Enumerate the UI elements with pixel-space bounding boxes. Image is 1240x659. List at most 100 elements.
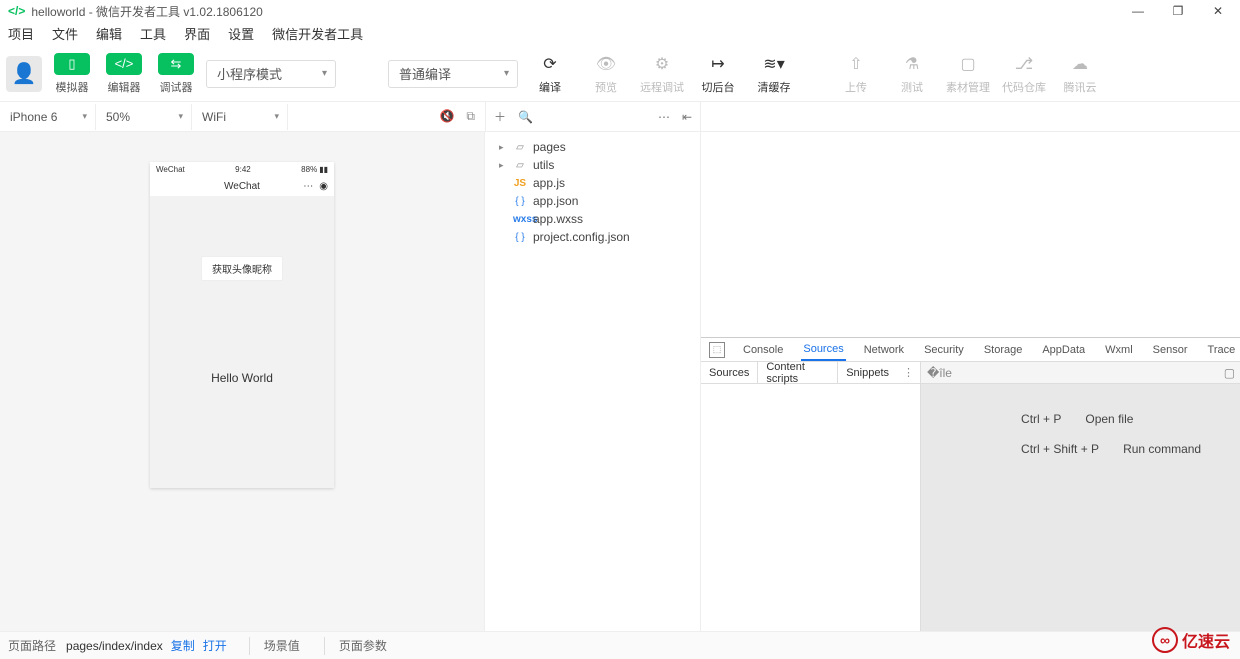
upload-icon: ⇧ (849, 53, 862, 75)
compile-mode-select[interactable]: 普通编译 (388, 60, 518, 88)
menu-file[interactable]: 文件 (52, 24, 78, 43)
folder-pages[interactable]: ▸▱pages (485, 138, 700, 156)
code-warehouse-button[interactable]: ⎇ 代码仓库 (1000, 53, 1048, 95)
popout-icon[interactable]: ⧉ (466, 109, 475, 124)
capsule-close-icon[interactable]: ◉ (319, 181, 328, 192)
test-button[interactable]: ⚗ 测试 (888, 53, 936, 95)
window-controls: — ❐ ✕ (1130, 4, 1226, 18)
get-profile-button[interactable]: 获取头像昵称 (201, 256, 283, 281)
toggle-sidebar-icon[interactable]: ▢ (1224, 366, 1235, 380)
add-file-icon[interactable]: ＋ (494, 108, 506, 125)
subtab-more-icon[interactable]: ⋮ (897, 362, 920, 383)
subtab-content-scripts[interactable]: Content scripts (757, 362, 838, 383)
run-command-shortcut: Ctrl + Shift + P (1021, 442, 1099, 456)
app-logo-icon: </> (8, 4, 25, 18)
window-title: helloworld - 微信开发者工具 v1.02.1806120 (31, 3, 1130, 20)
battery-label: 88% (301, 165, 317, 174)
tab-storage[interactable]: Storage (982, 338, 1025, 361)
phone-body: 获取头像昵称 Hello World (150, 196, 334, 488)
file-app-json[interactable]: { }app.json (485, 192, 700, 210)
tab-network[interactable]: Network (862, 338, 906, 361)
tab-sources[interactable]: Sources (801, 338, 845, 361)
menubar: 项目 文件 编辑 工具 界面 设置 微信开发者工具 (0, 22, 1240, 46)
close-button[interactable]: ✕ (1210, 4, 1226, 18)
secondary-bar: iPhone 6 50% WiFi 🔇 ⧉ ＋ 🔍 ⋯ ⇤ (0, 102, 1240, 132)
capsule-more-icon[interactable]: ⋯ (303, 181, 313, 192)
copy-link[interactable]: 复制 (171, 637, 195, 654)
cloud-button[interactable]: ☁ 腾讯云 (1056, 53, 1104, 95)
menu-tools[interactable]: 工具 (140, 24, 166, 43)
menu-project[interactable]: 项目 (8, 24, 34, 43)
file-app-js[interactable]: JSapp.js (485, 174, 700, 192)
compile-button[interactable]: ⟳ 编译 (526, 53, 574, 95)
tab-trace[interactable]: Trace (1206, 338, 1238, 361)
background-button[interactable]: ↦ 切后台 (694, 53, 742, 95)
more-icon[interactable]: ⋯ (658, 110, 670, 124)
page-title: WeChat (224, 181, 260, 192)
time-label: 9:42 (185, 165, 301, 174)
debugger-toggle[interactable]: ⇆ 调试器 (154, 53, 198, 95)
swap-icon: ↦ (711, 53, 724, 75)
file-project-config[interactable]: { }project.config.json (485, 228, 700, 246)
file-tree: ▸▱pages ▸▱utils JSapp.js { }app.json wxs… (485, 132, 701, 631)
editor-toggle[interactable]: </> 编辑器 (102, 53, 146, 95)
menu-edit[interactable]: 编辑 (96, 24, 122, 43)
code-icon: </> (106, 53, 142, 75)
subtab-sources[interactable]: Sources (701, 362, 757, 383)
phone-icon: ▯ (54, 53, 90, 75)
menu-settings[interactable]: 设置 (228, 24, 254, 43)
assets-button[interactable]: ▢ 素材管理 (944, 53, 992, 95)
watermark-icon: ∞ (1152, 627, 1178, 653)
bug-icon: ⇆ (158, 53, 194, 75)
device-select[interactable]: iPhone 6 (0, 104, 96, 130)
element-picker-icon[interactable]: ⬚ (709, 342, 725, 358)
watermark-text: 亿速云 (1182, 628, 1230, 652)
path-label: 页面路径 (8, 637, 56, 654)
hello-text: Hello World (211, 371, 273, 385)
open-link[interactable]: 打开 (203, 637, 227, 654)
tab-appdata[interactable]: AppData (1040, 338, 1087, 361)
cloud-icon: ☁ (1072, 53, 1088, 75)
tab-sensor[interactable]: Sensor (1151, 338, 1190, 361)
tab-security[interactable]: Security (922, 338, 966, 361)
flask-icon: ⚗ (905, 53, 919, 75)
search-icon[interactable]: 🔍 (518, 110, 533, 124)
mode-select[interactable]: 小程序模式 (206, 60, 336, 88)
main-area: WeChat 9:42 88% ▮▮ WeChat ⋯ ◉ 获取头像昵称 Hel… (0, 132, 1240, 631)
editor-area[interactable] (701, 132, 1240, 338)
remote-debug-button[interactable]: ⚙ 远程调试 (638, 53, 686, 95)
preview-button[interactable]: 👁 预览 (582, 53, 630, 95)
file-toolbar: ＋ 🔍 ⋯ ⇤ (485, 102, 701, 131)
branch-icon: ⎇ (1015, 53, 1033, 75)
maximize-button[interactable]: ❐ (1170, 4, 1186, 18)
carrier-label: WeChat (156, 165, 185, 174)
menu-ui[interactable]: 界面 (184, 24, 210, 43)
subtab-snippets[interactable]: Snippets (838, 362, 897, 383)
tab-wxml[interactable]: Wxml (1103, 338, 1135, 361)
network-select[interactable]: WiFi (192, 104, 288, 130)
params-label: 页面参数 (339, 637, 387, 654)
menu-devtools[interactable]: 微信开发者工具 (272, 24, 363, 43)
folder-utils[interactable]: ▸▱utils (485, 156, 700, 174)
collapse-icon[interactable]: ⇤ (682, 110, 692, 124)
clear-cache-button[interactable]: ≋▾ 清缓存 (750, 53, 798, 95)
mute-icon[interactable]: 🔇 (439, 109, 454, 124)
watermark: ∞ 亿速云 (1152, 627, 1230, 653)
tab-console[interactable]: Console (741, 338, 785, 361)
file-app-wxss[interactable]: wxssapp.wxss (485, 210, 700, 228)
open-file-label: Open file (1085, 412, 1133, 426)
upload-button[interactable]: ⇧ 上传 (832, 53, 880, 95)
minimize-button[interactable]: — (1130, 4, 1146, 18)
scene-label: 场景值 (264, 637, 300, 654)
phone-nav-bar: WeChat ⋯ ◉ (150, 176, 334, 196)
stack-icon: ≋▾ (763, 53, 784, 75)
account-avatar[interactable]: 👤 (6, 56, 42, 92)
eye-icon: 👁 (596, 53, 616, 75)
devtools-tab-bar: ⬚ Console Sources Network Security Stora… (701, 338, 1240, 362)
open-file-shortcut: Ctrl + P (1021, 412, 1061, 426)
phone-preview: WeChat 9:42 88% ▮▮ WeChat ⋯ ◉ 获取头像昵称 Hel… (150, 162, 334, 488)
zoom-select[interactable]: 50% (96, 104, 192, 130)
simulator-toggle[interactable]: ▯ 模拟器 (50, 53, 94, 95)
simulator-panel: WeChat 9:42 88% ▮▮ WeChat ⋯ ◉ 获取头像昵称 Hel… (0, 132, 485, 631)
show-drawer-icon[interactable]: �île (927, 366, 952, 380)
